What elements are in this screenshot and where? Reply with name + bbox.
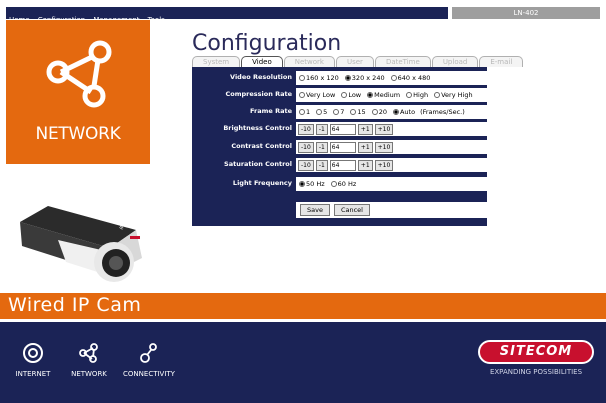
footer-label-connectivity: CONNECTIVITY	[123, 370, 175, 378]
contrast-minus-1-button[interactable]: -1	[315, 141, 328, 153]
ip-camera-image: IP CAM	[20, 206, 142, 282]
compression-radio-very-high[interactable]	[434, 92, 441, 98]
brand-tagline: EXPANDING POSSIBILITIES	[489, 368, 583, 376]
network-panel: NETWORK	[6, 20, 150, 164]
light-frequency-row: Light Frequency 50 Hz 60 Hz	[192, 176, 487, 192]
network-title: NETWORK	[35, 124, 121, 144]
frame-rate-option-label: 5	[323, 108, 328, 116]
light-frequency-radio-50[interactable]	[299, 181, 305, 187]
brand-area: SITECOM EXPANDING POSSIBILITIES	[476, 340, 596, 376]
network-icon	[79, 343, 98, 363]
tab-datetime[interactable]: DateTime	[374, 56, 431, 67]
product-strip: Wired IP Cam	[0, 293, 606, 319]
frame-rate-radio-auto[interactable]	[392, 109, 399, 115]
footer-item-connectivity: CONNECTIVITY	[118, 342, 180, 378]
resolution-radio-320[interactable]	[344, 75, 351, 81]
footer-item-internet: INTERNET	[2, 342, 64, 378]
connectivity-icon	[140, 343, 157, 363]
tab-user[interactable]: User	[335, 56, 374, 67]
frame-rate-radio-1[interactable]	[299, 109, 305, 115]
frame-rate-option-label: 15	[357, 108, 366, 116]
tab-upload[interactable]: Upload	[431, 56, 479, 67]
light-frequency-option-label: 60 Hz	[337, 180, 357, 188]
contrast-value-input[interactable]: 64	[329, 141, 356, 153]
frame-rate-row: Frame Rate 1 5 7 15 20 Auto (Frames/Sec.…	[192, 104, 487, 120]
compression-option-label: Medium	[374, 91, 401, 99]
frame-rate-radio-7[interactable]	[333, 109, 340, 115]
contrast-row: Contrast Control -10 -1 64 +1 +10	[192, 139, 487, 155]
saturation-row: Saturation Control -10 -1 64 +1 +10	[192, 157, 487, 173]
contrast-label: Contrast Control	[231, 142, 292, 150]
saturation-plus-10-button[interactable]: +10	[374, 159, 394, 171]
cancel-button[interactable]: Cancel	[333, 204, 370, 216]
saturation-minus-10-button[interactable]: -10	[298, 159, 314, 171]
compression-option-label: High	[413, 91, 429, 99]
frame-rate-option-label: 1	[306, 108, 311, 116]
video-resolution-row: Video Resolution 160 x 120 320 x 240 640…	[192, 70, 487, 86]
network-icon	[46, 40, 112, 108]
frame-rate-radio-15[interactable]	[350, 109, 357, 115]
resolution-radio-160[interactable]	[299, 75, 305, 81]
compression-radio-medium[interactable]	[367, 92, 374, 98]
contrast-minus-10-button[interactable]: -10	[298, 141, 314, 153]
model-badge: LN-402	[452, 7, 600, 19]
compression-option-label: Very High	[441, 91, 473, 99]
tab-video[interactable]: Video	[241, 56, 283, 67]
frame-rate-label: Frame Rate	[250, 107, 292, 115]
resolution-radio-640[interactable]	[390, 75, 397, 81]
light-frequency-option-label: 50 Hz	[306, 180, 325, 188]
top-nav: Home Configuration Management Tools	[6, 7, 448, 24]
tab-email[interactable]: E-mail	[479, 56, 524, 67]
frame-rate-option-label: 20	[378, 108, 387, 116]
brightness-minus-10-button[interactable]: -10	[298, 123, 314, 135]
saturation-plus-1-button[interactable]: +1	[357, 159, 373, 171]
sitecom-logo[interactable]: SITECOM	[478, 340, 594, 364]
frame-rate-radio-5[interactable]	[316, 109, 323, 115]
footer-label-internet: INTERNET	[15, 370, 51, 378]
brightness-row: Brightness Control -10 -1 64 +1 +10	[192, 121, 487, 137]
compression-rate-label: Compression Rate	[225, 90, 292, 98]
brightness-plus-10-button[interactable]: +10	[374, 123, 394, 135]
frame-rate-option-label: 7	[340, 108, 345, 116]
footer-item-network: NETWORK	[58, 342, 120, 378]
light-frequency-radio-60[interactable]	[330, 181, 337, 187]
video-resolution-label: Video Resolution	[230, 73, 292, 81]
save-button[interactable]: Save	[300, 204, 330, 216]
video-settings-panel: Video Resolution 160 x 120 320 x 240 640…	[192, 67, 487, 226]
internet-icon	[23, 343, 43, 363]
brightness-minus-1-button[interactable]: -1	[315, 123, 328, 135]
footer-label-network: NETWORK	[71, 370, 107, 378]
footer-bar: INTERNET NETWORK CONNECTIVITY SITECOM EX…	[0, 322, 606, 403]
page-title: Configuration	[192, 31, 342, 56]
brightness-label: Brightness Control	[223, 124, 292, 132]
compression-rate-row: Compression Rate Very Low Low Medium Hig…	[192, 87, 487, 103]
config-tabs: System Video Network User DateTime Uploa…	[192, 56, 524, 67]
saturation-minus-1-button[interactable]: -1	[315, 159, 328, 171]
compression-radio-high[interactable]	[406, 92, 413, 98]
brightness-value-input[interactable]: 64	[329, 123, 356, 135]
light-frequency-label: Light Frequency	[232, 179, 292, 187]
frame-rate-option-label: Auto	[399, 108, 416, 116]
page: Home Configuration Management Tools LN-4…	[0, 0, 606, 403]
compression-option-label: Low	[348, 91, 362, 99]
brightness-plus-1-button[interactable]: +1	[357, 123, 373, 135]
resolution-option-label: 320 x 240	[351, 74, 385, 82]
compression-option-label: Very Low	[306, 91, 336, 99]
resolution-option-label: 160 x 120	[306, 74, 339, 82]
frame-rate-unit: (Frames/Sec.)	[420, 108, 465, 116]
tab-network[interactable]: Network	[283, 56, 335, 67]
contrast-plus-10-button[interactable]: +10	[374, 141, 394, 153]
compression-radio-very-low[interactable]	[299, 92, 305, 98]
saturation-label: Saturation Control	[224, 160, 292, 168]
nav-link-tools[interactable]: Tools	[148, 16, 165, 24]
product-name: Wired IP Cam	[8, 294, 142, 316]
tab-system[interactable]: System	[192, 56, 241, 67]
compression-radio-low[interactable]	[341, 92, 348, 98]
saturation-value-input[interactable]: 64	[329, 159, 356, 171]
form-actions: Save Cancel	[296, 202, 487, 218]
resolution-option-label: 640 x 480	[397, 74, 431, 82]
frame-rate-radio-20[interactable]	[371, 109, 378, 115]
contrast-plus-1-button[interactable]: +1	[357, 141, 373, 153]
